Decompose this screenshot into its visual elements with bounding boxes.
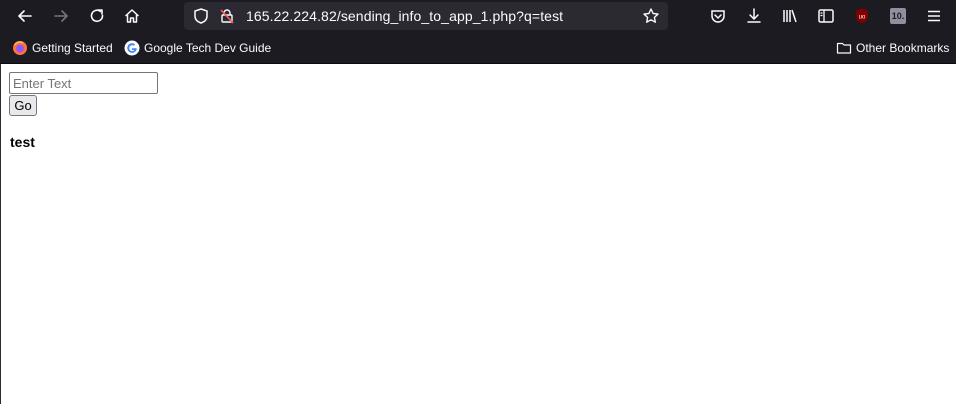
folder-icon	[836, 42, 852, 54]
browser-toolbar: 165.22.224.82/sending_info_to_app_1.php?…	[0, 0, 956, 32]
tracking-shield-icon[interactable]	[188, 3, 214, 29]
home-icon	[124, 9, 140, 23]
extension-badge-icon: 10.	[890, 8, 906, 24]
other-bookmarks-label: Other Bookmarks	[856, 41, 950, 55]
url-text[interactable]: 165.22.224.82/sending_info_to_app_1.php?…	[246, 8, 563, 24]
sidebar-button[interactable]	[813, 3, 839, 29]
back-arrow-icon	[18, 10, 32, 22]
reload-button[interactable]	[84, 3, 110, 29]
ublock-button[interactable]: uo	[849, 3, 875, 29]
bookmark-label: Getting Started	[32, 41, 113, 55]
bookmark-google-tech-dev-guide[interactable]: Google Tech Dev Guide	[124, 40, 271, 56]
pocket-button[interactable]	[705, 3, 731, 29]
svg-text:uo: uo	[859, 15, 866, 21]
download-icon	[747, 8, 761, 23]
bookmarks-toolbar: Getting Started Google Tech Dev Guide Ot…	[0, 32, 956, 64]
firefox-icon	[13, 41, 27, 55]
page-content: Go test	[0, 64, 956, 404]
forward-arrow-icon	[54, 10, 68, 22]
hamburger-menu-icon	[928, 10, 940, 22]
library-icon	[783, 9, 797, 23]
bookmark-star-icon[interactable]	[638, 3, 664, 29]
extension-button[interactable]: 10.	[885, 3, 911, 29]
forward-button[interactable]	[48, 3, 74, 29]
google-icon	[124, 40, 140, 56]
text-input[interactable]	[9, 72, 158, 94]
downloads-button[interactable]	[741, 3, 767, 29]
app-menu-button[interactable]	[921, 3, 947, 29]
sidebar-icon	[818, 9, 834, 23]
library-button[interactable]	[777, 3, 803, 29]
insecure-lock-icon[interactable]	[214, 3, 240, 29]
bookmark-label: Google Tech Dev Guide	[144, 41, 272, 55]
pocket-icon	[711, 10, 725, 23]
reload-icon	[90, 9, 104, 23]
result-text: test	[10, 134, 35, 150]
ublock-shield-icon: uo	[856, 8, 868, 24]
address-bar[interactable]: 165.22.224.82/sending_info_to_app_1.php?…	[184, 2, 668, 30]
bookmark-getting-started[interactable]: Getting Started	[12, 40, 113, 56]
other-bookmarks-folder[interactable]: Other Bookmarks	[836, 40, 949, 56]
back-button[interactable]	[12, 3, 38, 29]
home-button[interactable]	[119, 3, 145, 29]
go-button[interactable]: Go	[9, 95, 37, 116]
